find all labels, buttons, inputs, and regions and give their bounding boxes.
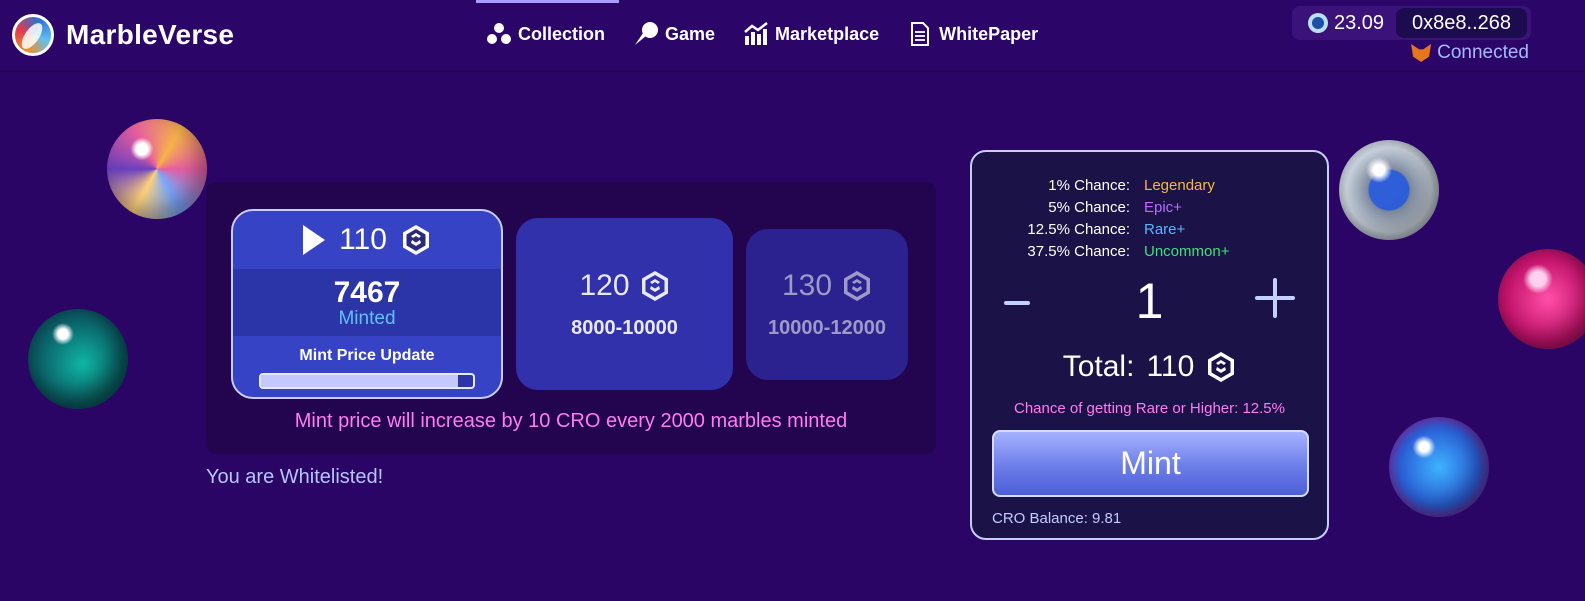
marbleverse-logo <box>12 14 54 56</box>
marble-image-star <box>1339 140 1439 240</box>
wallet-status: Connected <box>1411 42 1529 64</box>
tier-range: 10000-12000 <box>768 317 886 339</box>
marble-image-blue-crackle <box>1389 417 1489 517</box>
cro-balance: CRO Balance: 9.81 <box>992 510 1122 527</box>
price-increase-note: Mint price will increase by 10 CRO every… <box>294 410 848 432</box>
current-price-value: 110 <box>339 223 387 256</box>
cro-token-icon <box>1307 13 1328 33</box>
total-label: Total: <box>1062 350 1135 383</box>
tier-range: 8000-10000 <box>571 316 678 339</box>
wallet-balance: 23.09 <box>1307 11 1385 35</box>
chance-row: 37.5% Chance: Uncommon+ <box>972 240 1327 262</box>
tier-price: 120 <box>579 269 669 303</box>
current-price: 110 <box>233 211 501 269</box>
chance-row: 1% Chance: Legendary <box>972 174 1327 196</box>
mint-card: 1% Chance: Legendary 5% Chance: Epic+ 12… <box>970 150 1329 540</box>
chance-row: 5% Chance: Epic+ <box>972 196 1327 218</box>
dots-icon <box>487 23 511 44</box>
brand-name: MarbleVerse <box>66 19 235 50</box>
quantity-stepper: 1 <box>972 273 1327 338</box>
minted-counter: 7467 Minted <box>233 269 501 336</box>
tier-price-value: 120 <box>579 268 630 302</box>
wallet-address[interactable]: 0x8e8..268 <box>1396 8 1527 38</box>
marble-image-swirl <box>107 119 207 219</box>
chance-tier: Uncommon+ <box>1144 242 1230 260</box>
marble-image-teal <box>28 309 128 409</box>
chance-row: 12.5% Chance: Rare+ <box>972 218 1327 240</box>
mint-progress-fill <box>261 375 459 387</box>
tier-price-value: 130 <box>781 269 833 302</box>
whitelist-status: You are Whitelisted! <box>206 466 384 488</box>
total-value: 110 <box>1146 350 1195 383</box>
nav-marketplace-label: Marketplace <box>775 23 880 44</box>
nav-whitepaper-label: WhitePaper <box>939 23 1039 44</box>
wallet-balance-value: 23.09 <box>1333 11 1385 34</box>
minted-label: Minted <box>338 307 396 329</box>
chance-pct: 5% Chance: <box>1048 198 1130 216</box>
chance-tier: Epic+ <box>1144 198 1182 216</box>
increase-quantity-button[interactable] <box>1255 278 1295 318</box>
nav-whitepaper[interactable]: WhitePaper <box>907 0 1038 68</box>
current-price-tier: 110 7467 Minted Mint Price Update <box>231 209 503 399</box>
cro-logo-icon <box>640 270 670 302</box>
chance-pct: 1% Chance: <box>1048 176 1130 194</box>
play-icon <box>303 225 326 255</box>
metamask-fox-icon <box>1411 44 1432 62</box>
mint-price-update-label: Mint Price Update <box>299 347 435 364</box>
chart-icon <box>744 22 768 45</box>
top-nav-bar: MarbleVerse Collection Game Marketplace <box>0 0 1585 70</box>
wallet-bar: 23.09 0x8e8..268 <box>1291 6 1531 40</box>
document-icon <box>911 22 930 46</box>
nav-game[interactable]: Game <box>633 0 715 68</box>
minted-count: 7467 <box>333 275 401 309</box>
wallet-widget[interactable]: 23.09 0x8e8..268 Connected <box>1291 6 1531 63</box>
nav-game-label: Game <box>665 23 716 44</box>
chance-pct: 12.5% Chance: <box>1027 220 1130 238</box>
cro-logo-icon <box>1206 351 1236 383</box>
future-price-tier: 130 10000-12000 <box>746 229 908 380</box>
game-icon <box>635 22 659 45</box>
nav-collection-label: Collection <box>518 23 606 44</box>
wallet-status-text: Connected <box>1437 42 1529 63</box>
chance-pct: 37.5% Chance: <box>1027 242 1130 260</box>
brand[interactable]: MarbleVerse <box>12 14 234 56</box>
next-price-tier: 120 8000-10000 <box>516 218 733 390</box>
cro-logo-icon <box>401 224 431 256</box>
cro-logo-icon <box>842 270 872 302</box>
chance-tier: Legendary <box>1144 176 1215 194</box>
tier-price: 130 <box>782 269 872 303</box>
mint-progress-bar <box>259 373 475 389</box>
nav-collection[interactable]: Collection <box>475 0 620 68</box>
rarity-chances: 1% Chance: Legendary 5% Chance: Epic+ 12… <box>972 174 1327 262</box>
chance-tier: Rare+ <box>1144 220 1186 238</box>
nav-marketplace[interactable]: Marketplace <box>743 0 879 68</box>
total-price: Total: 110 <box>972 350 1327 384</box>
mint-button[interactable]: Mint <box>992 430 1309 497</box>
rare-chance-note: Chance of getting Rare or Higher: 12.5% <box>1014 400 1285 417</box>
mint-price-update: Mint Price Update <box>233 336 501 389</box>
marble-image-pink <box>1498 249 1585 349</box>
main-nav: Collection Game Marketplace WhitePaper <box>475 0 1038 68</box>
